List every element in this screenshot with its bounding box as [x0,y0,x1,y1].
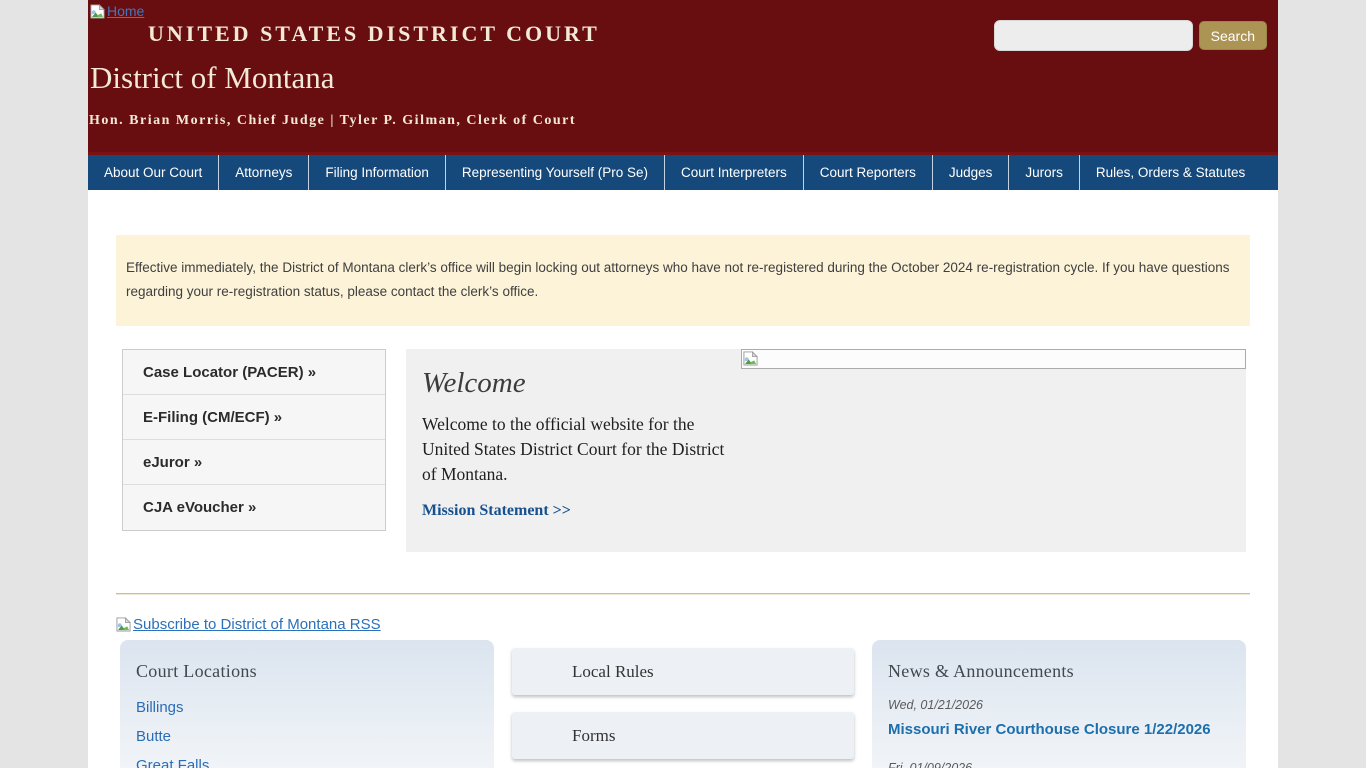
quick-link-ejuror[interactable]: eJuror » [123,440,385,485]
site-header: Home UNITED STATES DISTRICT COURT Distri… [88,0,1278,152]
quick-link-cmecf[interactable]: E-Filing (CM/ECF) » [123,395,385,440]
news-item-link[interactable]: Missouri River Courthouse Closure 1/22/2… [888,721,1230,738]
nav-item-about-our-court[interactable]: About Our Court [88,155,219,190]
nav-item-attorneys[interactable]: Attorneys [219,155,309,190]
mission-statement-link[interactable]: Mission Statement >> [422,502,571,520]
resources-column: Local Rules Forms [512,640,854,768]
news-item-date: Wed, 01/21/2026 [888,698,1230,712]
welcome-panel: Welcome Welcome to the official website … [406,349,1246,552]
quick-links-box: Case Locator (PACER) » E-Filing (CM/ECF)… [122,349,386,531]
forms-card[interactable]: Forms [512,712,854,759]
local-rules-card[interactable]: Local Rules [512,648,854,695]
court-locations-title: Court Locations [136,656,478,682]
nav-item-rules-orders-statutes[interactable]: Rules, Orders & Statutes [1080,155,1261,190]
search-input[interactable] [994,20,1193,51]
court-locations-panel: Court Locations Billings Butte Great Fal… [120,640,494,768]
quick-link-pacer[interactable]: Case Locator (PACER) » [123,350,385,395]
news-panel: News & Announcements Wed, 01/21/2026 Mis… [872,640,1246,768]
nav-item-representing-yourself[interactable]: Representing Yourself (Pro Se) [446,155,665,190]
nav-item-judges[interactable]: Judges [933,155,1010,190]
content-row: Case Locator (PACER) » E-Filing (CM/ECF)… [88,326,1278,552]
location-link-butte[interactable]: Butte [136,727,478,746]
news-item-date: Fri, 01/09/2026 [888,761,1230,768]
bottom-columns: Court Locations Billings Butte Great Fal… [88,640,1278,768]
nav-item-court-interpreters[interactable]: Court Interpreters [665,155,804,190]
main-navigation: About Our Court Attorneys Filing Informa… [88,152,1278,190]
banner-image-placeholder [741,349,1246,369]
page-container: Home UNITED STATES DISTRICT COURT Distri… [88,0,1278,768]
nav-item-court-reporters[interactable]: Court Reporters [804,155,933,190]
home-link[interactable]: Home [90,3,144,19]
home-link-label: Home [107,3,144,19]
officials-line: Hon. Brian Morris, Chief Judge | Tyler P… [88,96,1278,129]
rss-subscribe-link[interactable]: Subscribe to District of Montana RSS [116,616,1278,633]
broken-image-icon [743,351,758,366]
nav-item-jurors[interactable]: Jurors [1009,155,1080,190]
location-link-great-falls[interactable]: Great Falls [136,756,478,768]
search-area: Search [994,20,1267,51]
quick-link-cja-evoucher[interactable]: CJA eVoucher » [123,485,385,530]
nav-item-filing-information[interactable]: Filing Information [309,155,446,190]
location-link-billings[interactable]: Billings [136,698,478,717]
section-divider [116,593,1250,595]
re-registration-alert: Effective immediately, the District of M… [116,235,1250,326]
page-body: Effective immediately, the District of M… [88,190,1278,768]
welcome-text: Welcome to the official website for the … [422,412,742,487]
rss-link-label: Subscribe to District of Montana RSS [133,616,381,633]
broken-image-icon [90,4,105,19]
broken-image-icon [116,617,131,632]
search-button[interactable]: Search [1199,21,1267,50]
district-title: District of Montana [88,47,1278,96]
news-title: News & Announcements [888,656,1230,682]
